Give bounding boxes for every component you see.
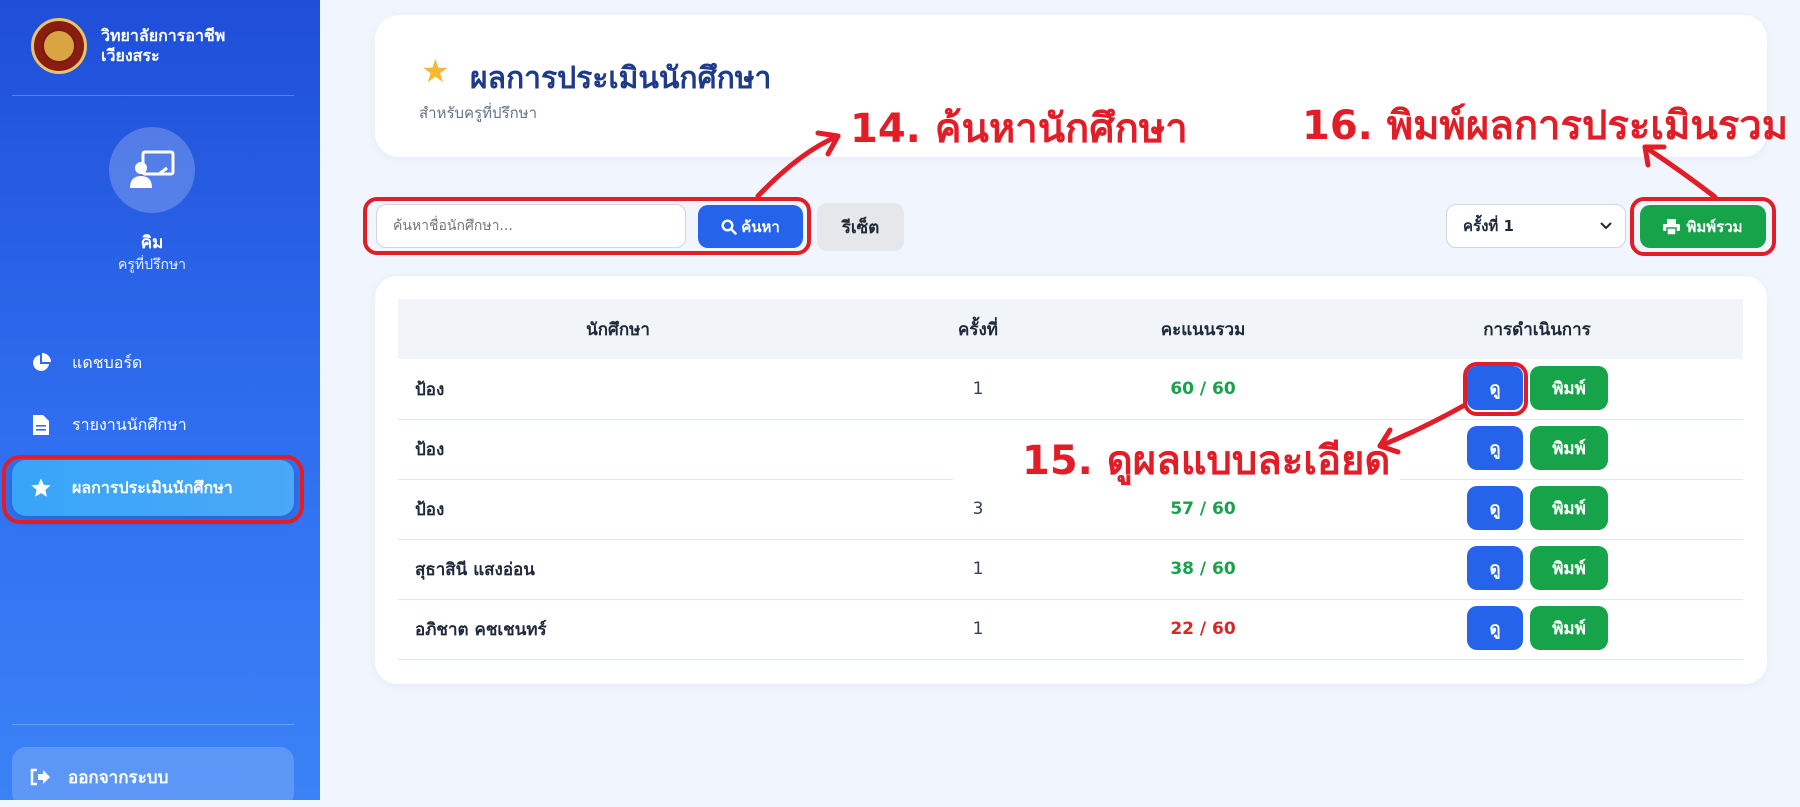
document-icon — [30, 414, 52, 436]
view-button[interactable]: ดู — [1467, 606, 1523, 650]
page-title: ผลการประเมินนักศึกษา — [470, 61, 772, 96]
user-name: คิม — [140, 233, 164, 253]
reset-button[interactable]: รีเซ็ต — [817, 203, 904, 251]
column-header-round: ครั้งที่ — [957, 319, 998, 340]
logout-icon — [30, 768, 50, 786]
school-logo — [31, 18, 87, 74]
logout-label: ออกจากระบบ — [68, 767, 169, 788]
student-name: อภิชาต คชเชนทร์ — [415, 619, 547, 640]
round-number: 1 — [972, 559, 984, 579]
total-score: 60 / 60 — [1170, 379, 1236, 399]
highlight-box — [1463, 362, 1528, 416]
print-button[interactable]: พิมพ์ — [1530, 426, 1608, 470]
logout-button[interactable]: ออกจากระบบ — [12, 747, 294, 807]
sidebar: วิทยาลัยการอาชีพเวียงสระ คิม ครูที่ปรึกษ… — [0, 0, 320, 807]
view-button[interactable]: ดู — [1467, 426, 1523, 470]
sidebar-item-dashboard[interactable]: แดชบอร์ด — [12, 335, 294, 391]
print-button[interactable]: พิมพ์ — [1530, 606, 1608, 650]
round-number: 1 — [972, 379, 984, 399]
view-button[interactable]: ดู — [1467, 486, 1523, 530]
annotation-16: 16. พิมพ์ผลการประเมินรวม — [1302, 103, 1789, 149]
table-row: สุธาสินี แสงอ่อน 1 38 / 60 ดู พิมพ์ — [398, 539, 1743, 600]
view-button[interactable]: ดู — [1467, 546, 1523, 590]
total-score: 38 / 60 — [1170, 559, 1236, 579]
student-name: ป้อง — [415, 439, 445, 460]
table-header: นักศึกษา ครั้งที่ คะแนนรวม การดำเนินการ — [398, 299, 1743, 359]
student-name: ป้อง — [415, 379, 445, 400]
table-row: ป้อง 1 60 / 60 ดู พิมพ์ — [398, 359, 1743, 420]
school-name: วิทยาลัยการอาชีพเวียงสระ — [101, 26, 226, 65]
avatar — [109, 127, 195, 213]
student-name: สุธาสินี แสงอ่อน — [415, 559, 535, 580]
teacher-icon — [130, 150, 175, 188]
highlight-box — [363, 197, 811, 255]
student-name: ป้อง — [415, 499, 445, 520]
sidebar-item-report[interactable]: รายงานนักศึกษา — [12, 397, 294, 453]
table-row: อภิชาต คชเชนทร์ 1 22 / 60 ดู พิมพ์ — [398, 599, 1743, 660]
highlight-box — [1630, 197, 1776, 256]
column-header-score: คะแนนรวม — [1160, 319, 1246, 340]
annotation-14: 14. ค้นหานักศึกษา — [850, 106, 1188, 152]
highlight-box — [2, 455, 304, 524]
round-number: 1 — [972, 619, 984, 639]
chevron-down-icon — [1600, 222, 1612, 230]
user-role: ครูที่ปรึกษา — [117, 257, 187, 273]
page-subtitle: สำหรับครูที่ปรึกษา — [419, 104, 537, 122]
sidebar-item-label: รายงานนักศึกษา — [72, 414, 187, 434]
reset-button-label: รีเซ็ต — [841, 217, 880, 238]
divider — [12, 724, 294, 725]
round-select[interactable]: ครั้งที่ 1 — [1446, 204, 1626, 248]
star-icon: ★ — [421, 52, 450, 90]
pie-chart-icon — [30, 352, 52, 374]
print-button[interactable]: พิมพ์ — [1530, 366, 1608, 410]
total-score: 22 / 60 — [1170, 619, 1236, 639]
round-select-value: ครั้งที่ 1 — [1463, 217, 1514, 235]
brand[interactable]: วิทยาลัยการอาชีพเวียงสระ — [31, 18, 261, 74]
annotation-15: 15. ดูผลแบบละเอียด — [1022, 438, 1391, 484]
column-header-actions: การดำเนินการ — [1483, 319, 1591, 340]
sidebar-item-label: แดชบอร์ด — [72, 352, 143, 372]
print-button[interactable]: พิมพ์ — [1530, 486, 1608, 530]
divider — [12, 95, 294, 96]
column-header-student: นักศึกษา — [586, 319, 650, 340]
print-button[interactable]: พิมพ์ — [1530, 546, 1608, 590]
